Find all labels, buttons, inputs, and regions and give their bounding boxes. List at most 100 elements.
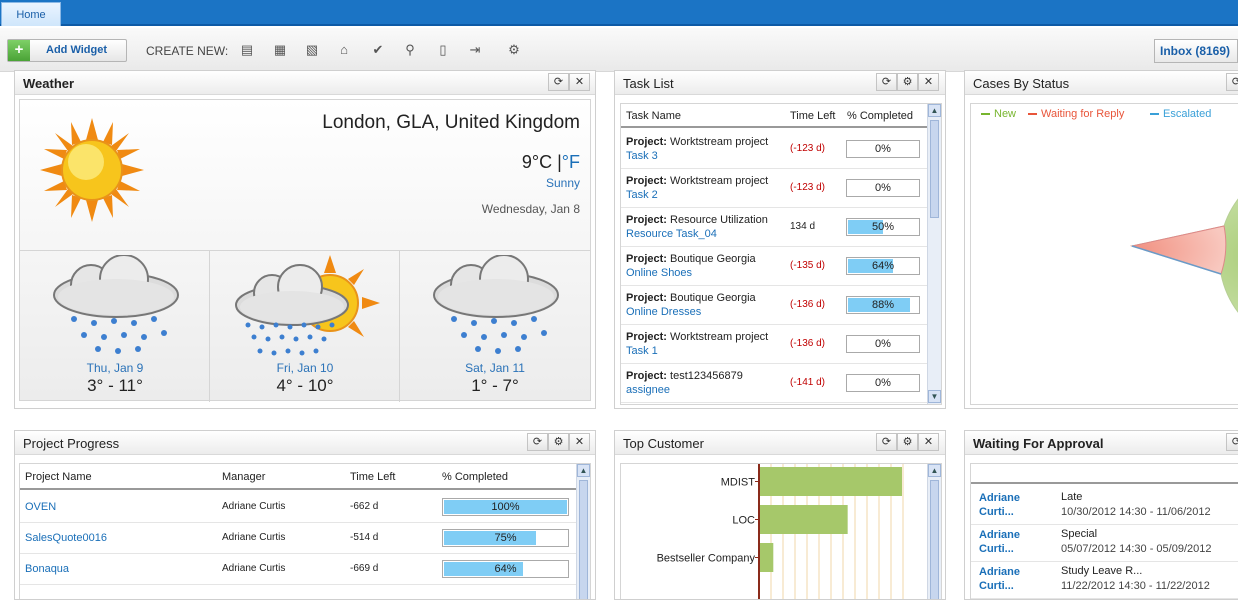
- requester-link[interactable]: Adriane Curti...: [979, 528, 1020, 556]
- table-row[interactable]: Project: Worktstream project Task 2 (-123 …: [621, 169, 927, 208]
- table-icon[interactable]: ▤: [239, 42, 255, 58]
- progress-text: 50%: [871, 221, 895, 233]
- table-row[interactable]: Project: Resource Utilization Resource Ta…: [621, 208, 927, 247]
- weather-forecast: Thu, Jan 9 3° - 11° Fri, Jan 10 4° - 10°: [20, 250, 590, 402]
- task-link[interactable]: Task 1: [626, 345, 658, 357]
- scroll-up-arrow[interactable]: ▲: [928, 104, 941, 117]
- fahrenheit-toggle[interactable]: °F: [562, 152, 580, 172]
- col-pct-completed: % Completed: [847, 110, 914, 122]
- close-icon[interactable]: ✕: [569, 73, 590, 91]
- tab-home[interactable]: Home: [1, 2, 61, 26]
- table-row[interactable]: Project: Worktstream project Task 1 (-136 …: [621, 325, 927, 364]
- task-link[interactable]: Online Dresses: [626, 306, 701, 318]
- house-icon[interactable]: ⌂: [336, 42, 352, 58]
- bar[interactable]: [759, 467, 902, 496]
- project-link[interactable]: OVEN: [25, 501, 56, 513]
- refresh-icon[interactable]: ⟳: [527, 433, 548, 451]
- export-icon[interactable]: ⇥: [467, 42, 483, 58]
- forecast-day-label: Sat, Jan 11: [465, 361, 525, 375]
- widget-header: Cases By Status ⟳: [965, 71, 1238, 95]
- category-label: LOC: [732, 515, 755, 527]
- table-header: Task Name Time Left % Completed: [621, 104, 927, 128]
- scroll-up-arrow[interactable]: ▲: [928, 464, 941, 477]
- time-left-cell: -669 d: [350, 563, 379, 574]
- toolbar: + Add Widget CREATE NEW: ▤ ▦ ▧ ⌂ ✔ ⚲ ▯ ⇥…: [0, 28, 1238, 72]
- task-name-cell: Project: test123456879 assignee: [626, 370, 743, 396]
- list-item[interactable]: Adriane Curti... Late 10/30/2012 14:30 - 11…: [971, 488, 1238, 525]
- table-row[interactable]: SalesQuote0016 Adriane Curtis -514 d 75%: [20, 523, 576, 554]
- gear-icon[interactable]: ⚙: [548, 433, 569, 451]
- col-pct-completed: % Completed: [442, 471, 509, 483]
- legend-item-new[interactable]: New: [981, 108, 1016, 120]
- close-icon[interactable]: ✕: [918, 73, 939, 91]
- refresh-icon[interactable]: ⟳: [1226, 433, 1238, 451]
- settings-doc-icon[interactable]: ⚙: [506, 42, 522, 58]
- forecast-day-range: 1° - 7°: [471, 376, 519, 395]
- task-table: Task Name Time Left % Completed Project:…: [620, 103, 942, 405]
- widget-header: Weather ⟳ ✕: [15, 71, 595, 95]
- time-left-cell: (-123 d): [790, 182, 826, 193]
- calendar-icon[interactable]: ▦: [272, 42, 288, 58]
- scroll-up-arrow[interactable]: ▲: [577, 464, 590, 477]
- progress-bar: 100%: [442, 498, 569, 516]
- cases-by-status-widget: Cases By Status ⟳ New Waiting for Reply …: [964, 70, 1238, 409]
- requester-link[interactable]: Adriane Curti...: [979, 491, 1020, 519]
- task-link[interactable]: assignee: [626, 384, 670, 396]
- category-label: MDIST: [721, 477, 756, 489]
- progress-bar: 0%: [846, 140, 920, 158]
- scroll-thumb[interactable]: [579, 480, 588, 599]
- progress-text: 64%: [494, 563, 517, 575]
- progress-bar: 0%: [846, 335, 920, 353]
- task-link[interactable]: Task 2: [626, 189, 658, 201]
- legend-item-escalated[interactable]: Escalated: [1150, 108, 1211, 120]
- task-name-cell: Project: Worktstream project Task 2: [626, 175, 769, 201]
- task-link[interactable]: Resource Task_04: [626, 228, 717, 240]
- widget-title: Cases By Status: [973, 76, 1070, 91]
- list-item[interactable]: Adriane Curti... Special 05/07/2012 14:30 -…: [971, 525, 1238, 562]
- refresh-icon[interactable]: ⟳: [876, 433, 897, 451]
- table-row[interactable]: Project: Boutique Georgia Online Dresses (…: [621, 286, 927, 325]
- list-item[interactable]: Adriane Curti... Study Leave R... 11/22/201…: [971, 562, 1238, 599]
- vertical-scrollbar[interactable]: ▲: [576, 464, 590, 599]
- time-left-cell: (-135 d): [790, 260, 826, 271]
- project-link[interactable]: Bonaqua: [25, 563, 69, 575]
- documents-icon[interactable]: ▧: [304, 42, 320, 58]
- requester-link[interactable]: Adriane Curti...: [979, 565, 1020, 593]
- close-icon[interactable]: ✕: [918, 433, 939, 451]
- task-name-cell: Project: Worktstream project Task 3: [626, 136, 769, 162]
- person-file-icon[interactable]: ⚲: [402, 42, 418, 58]
- col-task-name: Task Name: [626, 110, 682, 122]
- refresh-icon[interactable]: ⟳: [876, 73, 897, 91]
- table-row[interactable]: OVEN Adriane Curtis -662 d 100%: [20, 492, 576, 523]
- forecast-day: Sat, Jan 11 1° - 7°: [400, 251, 590, 402]
- weather-condition: Sunny: [545, 176, 580, 190]
- bar[interactable]: [759, 505, 848, 534]
- request-type: Study Leave R...: [1061, 565, 1143, 577]
- gear-icon[interactable]: ⚙: [897, 433, 918, 451]
- vertical-scrollbar[interactable]: ▲ ▼: [927, 104, 941, 404]
- project-link[interactable]: SalesQuote0016: [25, 532, 107, 544]
- table-row[interactable]: Bonaqua Adriane Curtis -669 d 64%: [20, 554, 576, 585]
- scroll-thumb[interactable]: [930, 120, 939, 218]
- task-link[interactable]: Task 3: [626, 150, 658, 162]
- vertical-scrollbar[interactable]: ▲: [927, 464, 941, 599]
- add-widget-button[interactable]: + Add Widget: [7, 39, 127, 62]
- task-link[interactable]: Online Shoes: [626, 267, 692, 279]
- forecast-day-label: Thu, Jan 9: [86, 361, 144, 375]
- inbox-button[interactable]: Inbox (8169): [1154, 39, 1238, 63]
- progress-text: 64%: [871, 260, 895, 272]
- refresh-icon[interactable]: ⟳: [1226, 73, 1238, 91]
- gear-icon[interactable]: ⚙: [897, 73, 918, 91]
- close-icon[interactable]: ✕: [569, 433, 590, 451]
- refresh-icon[interactable]: ⟳: [548, 73, 569, 91]
- check-icon[interactable]: ✔: [370, 42, 386, 58]
- progress-text: 100%: [491, 501, 520, 513]
- scroll-thumb[interactable]: [930, 480, 939, 599]
- scroll-down-arrow[interactable]: ▼: [928, 390, 941, 403]
- table-row[interactable]: Project: test123456879 assignee (-141 d) 0%: [621, 364, 927, 403]
- legend-item-waiting[interactable]: Waiting for Reply: [1028, 108, 1124, 120]
- document-icon[interactable]: ▯: [435, 42, 451, 58]
- table-row[interactable]: Project: Boutique Georgia Online Shoes (-1…: [621, 247, 927, 286]
- table-row[interactable]: Project: Worktstream project Task 3 (-123 …: [621, 130, 927, 169]
- bar[interactable]: [759, 543, 774, 572]
